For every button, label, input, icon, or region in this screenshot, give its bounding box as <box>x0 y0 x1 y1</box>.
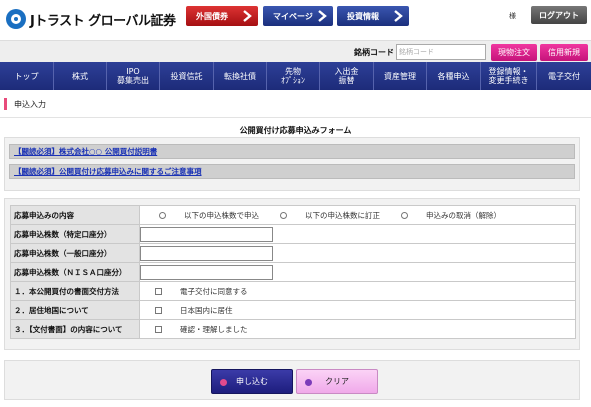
form-title: 公開買付け応募申込みフォーム <box>239 126 352 135</box>
table-row: 応募申込株数（一般口座分） <box>10 243 576 263</box>
domestic-residence-checkbox[interactable] <box>155 306 162 314</box>
table-row: ３．【文付書面】の内容について 確認・理解しました <box>10 319 576 339</box>
radio-apply-label: 以下の申込株数で申込 <box>184 210 259 220</box>
application-form-panel: 応募申込みの内容 以下の申込株数で申込 以下の申込株数に訂正 申込みの取消（解除… <box>4 198 580 350</box>
logout-button[interactable]: ログアウト <box>531 6 587 24</box>
foreign-bonds-label: 外国債券 <box>196 11 228 21</box>
radio-cancel-label: 申込みの取消（解除） <box>426 210 501 220</box>
e-delivery-consent-label: 電子交付に同意する <box>180 286 248 296</box>
stock-code-input[interactable] <box>396 44 486 60</box>
e-delivery-consent-checkbox[interactable] <box>155 287 162 295</box>
nav-item-deposit-transfer[interactable]: 入出金 振替 <box>320 62 374 90</box>
chevron-right-icon <box>394 10 403 22</box>
clear-button[interactable]: クリア <box>296 369 378 394</box>
table-row: ２．居住地国について 日本国内に居住 <box>10 300 576 320</box>
tender-offer-caution-link[interactable]: 【闘読必須】公開買付け応募申込みに関するご注意事項 <box>9 164 575 179</box>
brand-name: Jトラスト グローバル証券 <box>30 13 176 29</box>
row-label: ２．居住地国について <box>10 300 140 320</box>
table-row: 応募申込みの内容 以下の申込株数で申込 以下の申込株数に訂正 申込みの取消（解除… <box>10 205 576 225</box>
submit-label: 申し込む <box>236 377 268 386</box>
tender-offer-prospectus-link[interactable]: 【闘読必須】株式会社○○ 公開買付説明書 <box>9 144 575 159</box>
radio-correct[interactable] <box>280 211 287 219</box>
document-confirmation-checkbox[interactable] <box>155 325 162 333</box>
chevron-right-icon <box>243 10 252 22</box>
row-label: ３．【文付書面】の内容について <box>10 319 140 339</box>
cash-order-button[interactable]: 現物注文 <box>491 44 537 61</box>
section-divider <box>0 117 591 118</box>
row-label: 応募申込株数（ＮＩＳＡ口座分） <box>10 262 140 282</box>
radio-cancel[interactable] <box>401 211 408 219</box>
section-title: 申込入力 <box>4 98 46 110</box>
nav-item-futures-options[interactable]: 先物 ｵﾌﾟｼｮﾝ <box>267 62 320 90</box>
application-form-table: 応募申込みの内容 以下の申込株数で申込 以下の申込株数に訂正 申込みの取消（解除… <box>10 205 576 339</box>
logo-mark-icon <box>6 9 26 29</box>
search-bar: 銘柄コード 現物注文 信用新規 <box>0 40 591 62</box>
nav-item-asset-management[interactable]: 資産管理 <box>374 62 427 90</box>
brand-logo[interactable]: Jトラスト グローバル証券 <box>6 9 176 29</box>
row-label: 応募申込株数（特定口座分） <box>10 224 140 244</box>
specific-account-shares-input[interactable] <box>140 226 273 242</box>
action-panel: 申し込む クリア <box>4 360 580 400</box>
general-account-shares-input[interactable] <box>140 245 273 261</box>
table-row: 応募申込株数（ＮＩＳＡ口座分） <box>10 262 576 282</box>
domestic-residence-label: 日本国内に居住 <box>180 305 233 315</box>
user-name-suffix: 様 <box>509 12 516 20</box>
header: Jトラスト グローバル証券 外国債券 マイページ 投資情報 様 ログアウト <box>0 0 591 40</box>
nav-item-stocks[interactable]: 株式 <box>54 62 107 90</box>
nisa-account-shares-input[interactable] <box>140 264 273 280</box>
table-row: 応募申込株数（特定口座分） <box>10 224 576 244</box>
chevron-right-icon <box>318 10 327 22</box>
row-label: 応募申込みの内容 <box>10 205 140 225</box>
row-label: 応募申込株数（一般口座分） <box>10 243 140 263</box>
document-confirmation-label: 確認・理解しました <box>180 324 248 334</box>
foreign-bonds-button[interactable]: 外国債券 <box>186 6 258 26</box>
notice-links-panel: 【闘読必須】株式会社○○ 公開買付説明書 【闘読必須】公開買付け応募申込みに関す… <box>4 137 580 191</box>
nav-item-convertible-bonds[interactable]: 転換社債 <box>214 62 267 90</box>
nav-item-funds[interactable]: 投資信託 <box>160 62 214 90</box>
bullet-icon <box>305 379 312 386</box>
stock-code-label: 銘柄コード <box>354 48 394 57</box>
investment-info-button[interactable]: 投資情報 <box>337 6 409 26</box>
submit-button[interactable]: 申し込む <box>211 369 293 394</box>
mypage-button[interactable]: マイページ <box>263 6 333 26</box>
investment-info-label: 投資情報 <box>347 11 379 21</box>
nav-item-e-delivery[interactable]: 電子交付 <box>537 62 591 90</box>
bullet-icon <box>220 379 227 386</box>
main-nav: トップ 株式 IPO 募集売出 投資信託 転換社債 先物 ｵﾌﾟｼｮﾝ 入出金 … <box>0 62 591 90</box>
mypage-label: マイページ <box>273 11 313 21</box>
nav-item-ipo[interactable]: IPO 募集売出 <box>107 62 160 90</box>
margin-new-button[interactable]: 信用新規 <box>540 44 588 61</box>
row-label: １．本公開買付の書面交付方法 <box>10 281 140 301</box>
nav-item-applications[interactable]: 各種申込 <box>427 62 481 90</box>
nav-item-top[interactable]: トップ <box>0 62 54 90</box>
application-type-cell: 以下の申込株数で申込 以下の申込株数に訂正 申込みの取消（解除） <box>139 205 576 225</box>
radio-correct-label: 以下の申込株数に訂正 <box>305 210 380 220</box>
nav-item-registration[interactable]: 登録情報・ 変更手続き <box>481 62 537 90</box>
radio-apply[interactable] <box>159 211 166 219</box>
table-row: １．本公開買付の書面交付方法 電子交付に同意する <box>10 281 576 301</box>
clear-label: クリア <box>325 377 349 386</box>
